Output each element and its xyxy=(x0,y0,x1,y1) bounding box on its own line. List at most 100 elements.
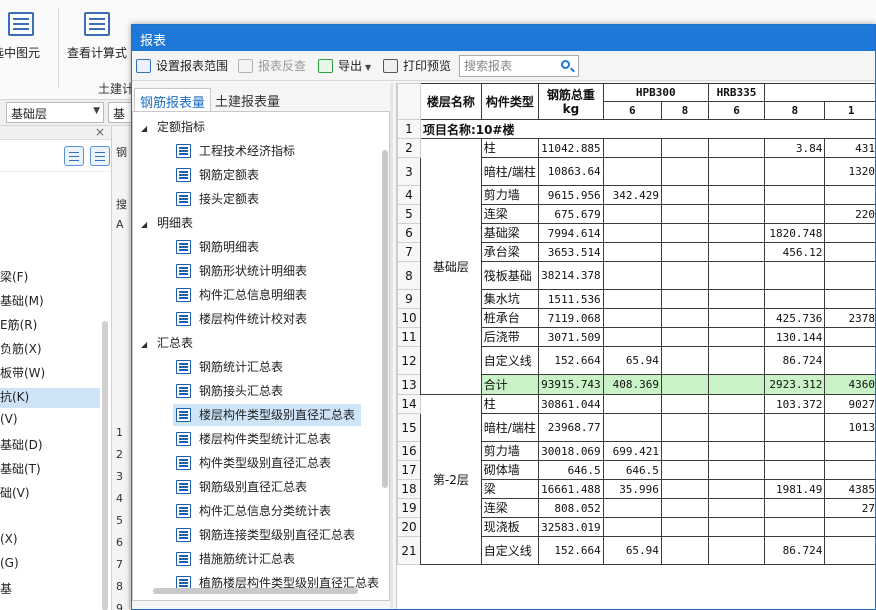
tree-horizontal-scrollbar[interactable] xyxy=(153,588,358,594)
left-item[interactable]: (V) xyxy=(0,412,100,432)
left-item[interactable]: 板带(W) xyxy=(0,364,100,384)
report-doc-icon xyxy=(176,408,191,422)
rebar-weight-cell xyxy=(824,517,875,537)
view-formula-button[interactable]: 查看计算式 xyxy=(67,44,127,61)
left-item[interactable]: 梁(F) xyxy=(0,268,100,288)
tree-item[interactable]: 构件类型级别直径汇总表 xyxy=(173,452,337,474)
tree-item[interactable]: 钢筋级别直径汇总表 xyxy=(173,476,313,498)
tree-group-quota-index[interactable]: ◢ 定额指标 xyxy=(141,116,205,138)
tree-item[interactable]: 楼层构件类型统计汇总表 xyxy=(173,428,337,450)
left-item[interactable]: 负筋(X) xyxy=(0,340,100,360)
tree-item-selected[interactable]: 楼层构件类型级别直径汇总表 xyxy=(173,404,362,426)
tree-group-label: 定额指标 xyxy=(157,120,206,134)
rebar-total-cell: 93915.743 xyxy=(538,374,604,395)
set-report-scope-button[interactable]: 设置报表范围 xyxy=(136,56,228,76)
pane-splitter[interactable] xyxy=(390,83,393,609)
rebar-weight-cell xyxy=(660,185,709,205)
select-in-graph-button[interactable]: 选中图元 xyxy=(0,44,40,61)
tree-item[interactable]: 构件汇总信息明细表 xyxy=(173,284,313,306)
report-doc-icon xyxy=(176,192,191,206)
expanded-triangle-icon: ◢ xyxy=(141,340,148,349)
report-search-box[interactable] xyxy=(459,55,579,77)
view-formula-icon xyxy=(84,12,110,36)
component-type-cell: 暗柱/端柱 xyxy=(480,413,540,442)
rebar-weight-cell xyxy=(764,204,826,224)
left-item[interactable]: 基础(M) xyxy=(0,292,100,312)
strip-char: 9 xyxy=(116,602,123,610)
rebar-total-cell: 3071.509 xyxy=(538,327,604,347)
rebar-weight-cell xyxy=(660,261,709,290)
left-item[interactable]: 基础(D) xyxy=(0,436,100,456)
rebar-weight-cell xyxy=(660,498,709,518)
row-number: 11 xyxy=(397,327,421,347)
rebar-weight-cell xyxy=(707,374,766,395)
tree-item[interactable]: 构件汇总信息分类统计表 xyxy=(173,500,337,522)
search-icon[interactable] xyxy=(561,60,570,69)
rebar-weight-cell: 4360 xyxy=(824,374,875,395)
rebar-weight-cell xyxy=(707,308,766,328)
diameter-header: 6 xyxy=(707,101,766,120)
export-button[interactable]: 导出 ▼ xyxy=(318,56,371,76)
left-item-selected[interactable]: 抗(K) xyxy=(0,388,100,408)
tree-item[interactable]: 钢筋接头汇总表 xyxy=(173,380,289,402)
row-number: 9 xyxy=(397,289,421,309)
component-type-cell: 现浇板 xyxy=(480,517,540,537)
tree-item-label: 楼层构件类型统计汇总表 xyxy=(199,432,332,446)
row-number: 14 xyxy=(397,394,421,414)
left-item[interactable]: E筋(R) xyxy=(0,316,100,336)
report-reverse-check-button[interactable]: 报表反查 xyxy=(238,56,306,76)
ribbon-group-label: 土建计 xyxy=(98,82,135,96)
component-tree-panel: × 梁(F) 基础(M) E筋(R) 负筋(X) 板带(W) 抗(K) (V) … xyxy=(0,126,112,610)
rebar-weight-cell xyxy=(660,289,709,309)
rebar-weight-cell: 646.5 xyxy=(602,460,662,480)
rebar-weight-cell xyxy=(602,413,662,442)
rebar-weight-cell xyxy=(824,460,875,480)
report-search-input[interactable] xyxy=(460,56,556,76)
strip-char: 搜 xyxy=(116,198,127,211)
component-combo[interactable]: 基 xyxy=(108,102,132,123)
tree-group-detail[interactable]: ◢ 明细表 xyxy=(141,212,193,234)
left-item[interactable]: (G) xyxy=(0,556,100,576)
tree-item[interactable]: 工程技术经济指标 xyxy=(173,140,301,162)
rebar-weight-cell xyxy=(824,536,875,565)
left-panel-scrollbar[interactable] xyxy=(102,321,108,610)
tree-item-label: 工程技术经济指标 xyxy=(199,144,296,158)
tree-item[interactable]: 钢筋连接类型级别直径汇总表 xyxy=(173,524,361,546)
tree-item[interactable]: 钢筋定额表 xyxy=(173,164,265,186)
rebar-total-cell: 30861.044 xyxy=(538,394,604,414)
tree-vertical-scrollbar[interactable] xyxy=(382,150,388,488)
rebar-weight-cell xyxy=(824,441,875,461)
left-item[interactable]: 础(V) xyxy=(0,484,100,504)
chevron-down-icon: ▼ xyxy=(93,106,100,116)
tree-item[interactable]: 钢筋统计汇总表 xyxy=(173,356,289,378)
tree-item[interactable]: 钢筋形状统计明细表 xyxy=(173,260,313,282)
rebar-total-cell: 30018.069 xyxy=(538,441,604,461)
report-tree: ◢ 定额指标 工程技术经济指标 钢筋定额表 接头定额表 ◢ 明细表 钢筋明细表 钢筋… xyxy=(132,111,390,601)
component-type-cell: 剪力墙 xyxy=(480,441,540,461)
print-preview-button[interactable]: 打印预览 xyxy=(383,56,451,76)
tree-item[interactable]: 措施筋统计汇总表 xyxy=(173,548,301,570)
left-item[interactable]: (X) xyxy=(0,532,100,552)
tab-rebar-report[interactable]: 钢筋报表量 xyxy=(134,88,212,111)
detail-view-icon[interactable] xyxy=(90,146,110,166)
rebar-weight-cell xyxy=(707,346,766,375)
left-item[interactable]: 基 xyxy=(0,580,100,600)
rebar-total-cell: 9615.956 xyxy=(538,185,604,205)
strip-char: 7 xyxy=(116,558,123,571)
rebar-weight-cell xyxy=(602,498,662,518)
tree-item[interactable]: 接头定额表 xyxy=(173,188,265,210)
tree-item[interactable]: 钢筋明细表 xyxy=(173,236,265,258)
rebar-weight-cell: 220 xyxy=(824,204,875,224)
floor-combo[interactable]: 基础层 ▼ xyxy=(6,102,104,123)
list-view-icon[interactable] xyxy=(64,146,84,166)
row-number: 6 xyxy=(397,223,421,243)
rebar-weight-cell xyxy=(707,413,766,442)
export-label: 导出 xyxy=(338,59,363,73)
close-icon[interactable]: × xyxy=(95,126,105,139)
tab-civil-report[interactable]: 土建报表量 xyxy=(210,88,285,111)
left-item[interactable]: 基础(T) xyxy=(0,460,100,480)
tree-group-summary[interactable]: ◢ 汇总表 xyxy=(141,332,193,354)
tree-item[interactable]: 楼层构件统计校对表 xyxy=(173,308,313,330)
rebar-total-cell: 23968.77 xyxy=(538,413,604,442)
component-type-cell: 筏板基础 xyxy=(480,261,540,290)
